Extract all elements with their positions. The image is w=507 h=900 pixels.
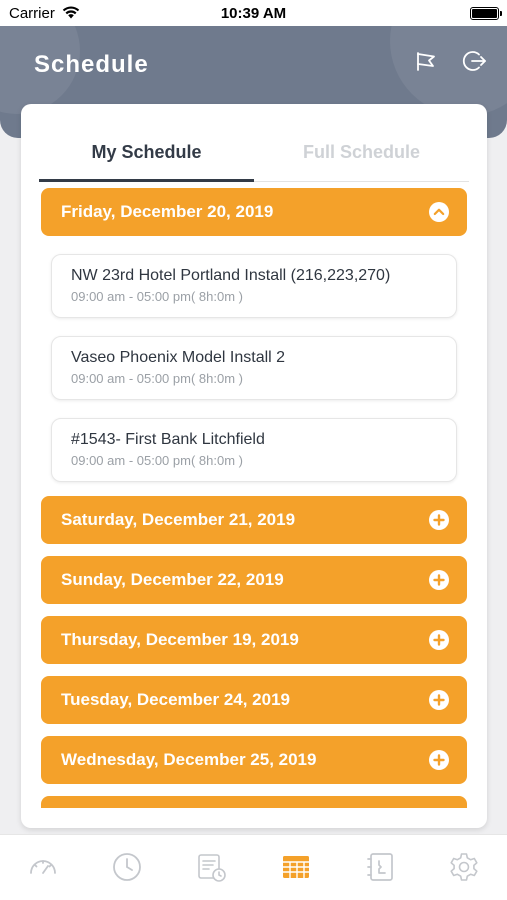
dashboard-gauge-icon[interactable] bbox=[25, 849, 61, 885]
entry-time: 09:00 am - 05:00 pm( 8h:0m ) bbox=[71, 453, 243, 468]
timesheet-icon[interactable] bbox=[193, 849, 229, 885]
settings-gear-icon[interactable] bbox=[446, 849, 482, 885]
schedule-entry[interactable]: NW 23rd Hotel Portland Install (216,223,… bbox=[51, 254, 457, 318]
page-title: Schedule bbox=[34, 51, 149, 78]
entry-title: Vaseo Phoenix Model Install 2 bbox=[71, 349, 286, 366]
day-label: Wednesday, December 25, 2019 bbox=[61, 750, 317, 769]
tab-full-schedule[interactable]: Full Schedule bbox=[254, 130, 469, 182]
day-list: Friday, December 20, 2019 NW 23rd Hotel … bbox=[41, 188, 467, 808]
expand-plus-icon bbox=[429, 510, 449, 530]
day-header[interactable]: Tuesday, December 24, 2019 bbox=[41, 676, 467, 724]
schedule-tabs: My Schedule Full Schedule bbox=[39, 130, 469, 182]
battery-icon bbox=[470, 7, 502, 20]
day-header[interactable]: Saturday, December 21, 2019 bbox=[41, 496, 467, 544]
day-label: Saturday, December 21, 2019 bbox=[61, 510, 296, 529]
day-header[interactable]: Wednesday, December 25, 2019 bbox=[41, 736, 467, 784]
status-bar: Carrier 10:39 AM bbox=[0, 0, 507, 26]
clock-icon[interactable] bbox=[109, 849, 145, 885]
day-header[interactable]: Friday, December 20, 2019 bbox=[41, 188, 467, 236]
schedule-grid-icon[interactable] bbox=[278, 849, 314, 885]
day-label: Sunday, December 22, 2019 bbox=[61, 570, 284, 589]
entry-time: 09:00 am - 05:00 pm( 8h:0m ) bbox=[71, 289, 243, 304]
megaphone-icon[interactable] bbox=[411, 46, 441, 76]
bottom-tab-bar bbox=[0, 834, 507, 900]
expand-plus-icon bbox=[429, 630, 449, 650]
day-label: Friday, December 20, 2019 bbox=[61, 202, 274, 221]
day-entries: NW 23rd Hotel Portland Install (216,223,… bbox=[41, 248, 467, 496]
clock-time: 10:39 AM bbox=[220, 5, 287, 22]
entry-title: #1543- First Bank Litchfield bbox=[71, 431, 265, 448]
day-label: Thursday, December 19, 2019 bbox=[61, 630, 299, 649]
schedule-entry[interactable]: Vaseo Phoenix Model Install 2 09:00 am -… bbox=[51, 336, 457, 400]
contacts-book-icon[interactable] bbox=[363, 849, 399, 885]
entry-time: 09:00 am - 05:00 pm( 8h:0m ) bbox=[71, 371, 243, 386]
schedule-card: My Schedule Full Schedule Friday, Decemb… bbox=[21, 104, 487, 828]
schedule-entry[interactable]: #1543- First Bank Litchfield 09:00 am - … bbox=[51, 418, 457, 482]
day-header[interactable]: Sunday, December 22, 2019 bbox=[41, 556, 467, 604]
tab-my-schedule[interactable]: My Schedule bbox=[39, 130, 254, 182]
day-header[interactable]: Thursday, December 19, 2019 bbox=[41, 616, 467, 664]
expand-plus-icon bbox=[429, 570, 449, 590]
entry-title: NW 23rd Hotel Portland Install (216,223,… bbox=[71, 267, 391, 284]
expand-plus-icon bbox=[429, 690, 449, 710]
collapse-chevron-icon bbox=[429, 202, 449, 222]
expand-plus-icon bbox=[429, 750, 449, 770]
logout-icon[interactable] bbox=[460, 46, 490, 76]
day-header-partial[interactable] bbox=[41, 796, 467, 808]
day-label: Tuesday, December 24, 2019 bbox=[61, 690, 291, 709]
